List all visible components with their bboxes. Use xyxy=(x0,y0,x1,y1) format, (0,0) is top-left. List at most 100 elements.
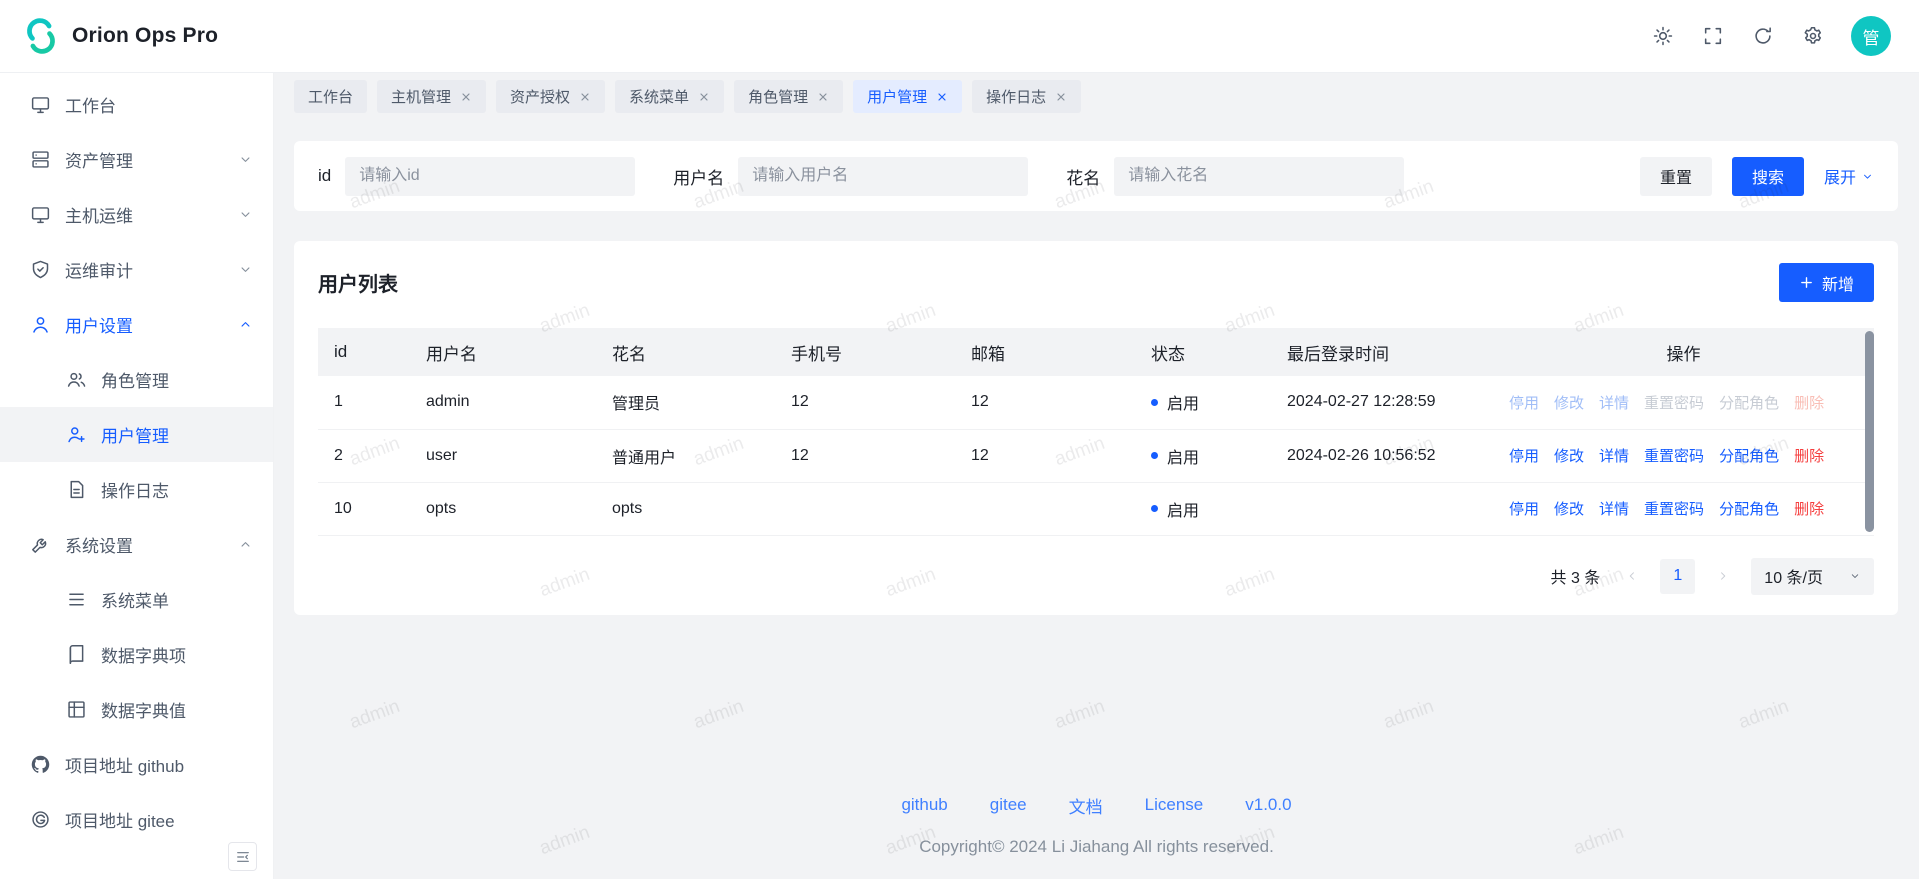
cell-mobile: 12 xyxy=(775,376,955,429)
theme-toggle-icon[interactable] xyxy=(1651,24,1675,48)
tab-role-management[interactable]: 角色管理 xyxy=(734,80,843,113)
expand-toggle[interactable]: 展开 xyxy=(1824,164,1874,188)
next-page-button[interactable] xyxy=(1707,560,1739,592)
tab-label: 角色管理 xyxy=(748,86,808,107)
close-icon[interactable] xyxy=(698,91,710,103)
add-user-label: 新增 xyxy=(1822,271,1854,295)
prev-page-button[interactable] xyxy=(1616,560,1648,592)
host-icon xyxy=(30,204,51,225)
fullscreen-icon[interactable] xyxy=(1701,24,1725,48)
chevron-down-icon xyxy=(238,152,253,167)
username-input[interactable] xyxy=(738,157,1028,196)
tab-system-menu[interactable]: 系统菜单 xyxy=(615,80,724,113)
settings-icon[interactable] xyxy=(1801,24,1825,48)
table-grid-icon xyxy=(66,699,87,720)
avatar[interactable]: 管 xyxy=(1851,16,1891,56)
column-header-username: 用户名 xyxy=(410,328,596,376)
tab-asset-authorization[interactable]: 资产授权 xyxy=(496,80,605,113)
collapse-sidebar-button[interactable] xyxy=(228,842,257,871)
copyright-text: Copyright© 2024 Li Jiahang All rights re… xyxy=(274,837,1919,857)
sidebar-item-label: 角色管理 xyxy=(101,367,253,392)
footer-link-license[interactable]: License xyxy=(1145,795,1204,815)
add-user-button[interactable]: 新增 xyxy=(1779,263,1874,302)
action-edit-link[interactable]: 修改 xyxy=(1554,392,1584,413)
action-edit-link[interactable]: 修改 xyxy=(1554,498,1584,519)
header-actions: 管 xyxy=(1651,16,1891,56)
action-disable-link[interactable]: 停用 xyxy=(1509,445,1539,466)
page-number-current[interactable]: 1 xyxy=(1660,559,1695,594)
sidebar-item-system-settings[interactable]: 系统设置 xyxy=(0,517,273,572)
github-icon xyxy=(30,754,51,775)
footer-link-gitee[interactable]: gitee xyxy=(990,795,1027,815)
action-edit-link[interactable]: 修改 xyxy=(1554,445,1584,466)
search-button[interactable]: 搜索 xyxy=(1732,157,1804,196)
page-size-select[interactable]: 10 条/页 xyxy=(1751,558,1874,595)
tab-workbench[interactable]: 工作台 xyxy=(294,80,367,113)
sidebar-item-operation-logs[interactable]: 操作日志 xyxy=(0,462,273,517)
cell-email xyxy=(955,482,1135,535)
close-icon[interactable] xyxy=(817,91,829,103)
cell-id: 2 xyxy=(318,429,410,482)
close-icon[interactable] xyxy=(579,91,591,103)
sidebar-item-user-settings[interactable]: 用户设置 xyxy=(0,297,273,352)
footer-link-github[interactable]: github xyxy=(901,795,947,815)
tab-label: 主机管理 xyxy=(391,86,451,107)
nickname-input[interactable] xyxy=(1114,157,1404,196)
close-icon[interactable] xyxy=(936,91,948,103)
action-reset-password-link[interactable]: 重置密码 xyxy=(1644,445,1704,466)
action-assign-role-link[interactable]: 分配角色 xyxy=(1719,392,1779,413)
sidebar-item-dict-values[interactable]: 数据字典值 xyxy=(0,682,273,737)
action-reset-password-link[interactable]: 重置密码 xyxy=(1644,498,1704,519)
filter-group-username: 用户名 xyxy=(673,157,1028,196)
user-list-panel: 用户列表 新增 id 用户名 花名 xyxy=(294,241,1898,615)
action-assign-role-link[interactable]: 分配角色 xyxy=(1719,445,1779,466)
action-delete-link[interactable]: 删除 xyxy=(1794,445,1824,466)
reset-button[interactable]: 重置 xyxy=(1640,157,1712,196)
table-row: 2 user 普通用户 12 12 启用 2024-02-26 10:56:52 xyxy=(318,429,1874,482)
sidebar-item-label: 项目地址 gitee xyxy=(65,807,253,832)
action-disable-link[interactable]: 停用 xyxy=(1509,498,1539,519)
user-group-icon xyxy=(66,369,87,390)
sidebar-item-role-management[interactable]: 角色管理 xyxy=(0,352,273,407)
tab-user-management[interactable]: 用户管理 xyxy=(853,80,962,113)
document-icon xyxy=(66,479,87,500)
id-input[interactable] xyxy=(345,157,635,196)
action-reset-password-link[interactable]: 重置密码 xyxy=(1644,392,1704,413)
watermark-text: admin xyxy=(1052,696,1108,734)
tab-operation-logs[interactable]: 操作日志 xyxy=(972,80,1081,113)
action-detail-link[interactable]: 详情 xyxy=(1599,498,1629,519)
action-delete-link[interactable]: 删除 xyxy=(1794,392,1824,413)
shield-icon xyxy=(30,259,51,280)
tab-host-management[interactable]: 主机管理 xyxy=(377,80,486,113)
close-icon[interactable] xyxy=(1055,91,1067,103)
sidebar-item-asset-management[interactable]: 资产管理 xyxy=(0,132,273,187)
footer-link-version[interactable]: v1.0.0 xyxy=(1245,795,1291,815)
footer-link-docs[interactable]: 文档 xyxy=(1069,793,1103,818)
table-scrollbar[interactable] xyxy=(1865,331,1874,532)
table-row: 1 admin 管理员 12 12 启用 2024-02-27 12:28:59 xyxy=(318,376,1874,429)
sidebar-item-host-ops[interactable]: 主机运维 xyxy=(0,187,273,242)
refresh-icon[interactable] xyxy=(1751,24,1775,48)
sidebar-item-ops-audit[interactable]: 运维审计 xyxy=(0,242,273,297)
cell-username: user xyxy=(410,429,596,482)
sidebar-item-label: 用户设置 xyxy=(65,312,224,337)
search-filter-bar: id 用户名 花名 重置 搜索 展开 xyxy=(294,141,1898,211)
action-detail-link[interactable]: 详情 xyxy=(1599,445,1629,466)
sidebar-item-user-management[interactable]: 用户管理 xyxy=(0,407,273,462)
sidebar-item-project-gitee[interactable]: 项目地址 gitee xyxy=(0,792,273,847)
tab-label: 工作台 xyxy=(308,86,353,107)
sidebar-item-project-github[interactable]: 项目地址 github xyxy=(0,737,273,792)
action-disable-link[interactable]: 停用 xyxy=(1509,392,1539,413)
cell-status: 启用 xyxy=(1135,429,1271,482)
action-delete-link[interactable]: 删除 xyxy=(1794,498,1824,519)
action-detail-link[interactable]: 详情 xyxy=(1599,392,1629,413)
action-assign-role-link[interactable]: 分配角色 xyxy=(1719,498,1779,519)
sidebar: 工作台 资产管理 主机运维 运维审计 用户设置 角色管理 用户管理 xyxy=(0,73,274,879)
app-logo[interactable]: Orion Ops Pro xyxy=(22,17,218,55)
sidebar-item-label: 运维审计 xyxy=(65,257,224,282)
sidebar-item-workbench[interactable]: 工作台 xyxy=(0,77,273,132)
close-icon[interactable] xyxy=(460,91,472,103)
tab-label: 系统菜单 xyxy=(629,86,689,107)
sidebar-item-dict-items[interactable]: 数据字典项 xyxy=(0,627,273,682)
sidebar-item-system-menu[interactable]: 系统菜单 xyxy=(0,572,273,627)
